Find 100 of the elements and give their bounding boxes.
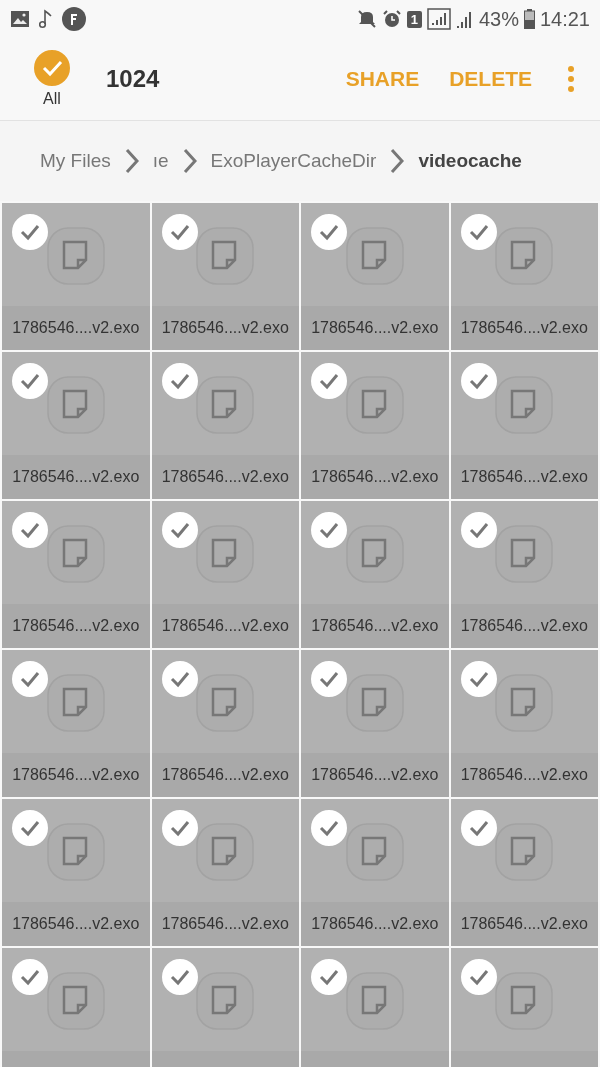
file-name: 1786546....v2.exo [460, 915, 588, 933]
sim-indicator: 1 [406, 10, 422, 28]
checkbox-icon[interactable] [12, 810, 48, 846]
file-tile[interactable]: 1786546....v2.exo [151, 650, 299, 797]
file-name: 1786546....v2.exo [161, 319, 289, 337]
file-icon [45, 673, 106, 733]
battery-percent: 43% [478, 7, 519, 31]
breadcrumb-item[interactable]: ıe [152, 150, 169, 172]
file-icon [195, 673, 256, 733]
chevron-icon [390, 148, 405, 174]
file-tile[interactable]: 1786546....v2.exo [2, 799, 150, 946]
file-icon [195, 822, 256, 882]
file-name: 1786546....v2.exo [311, 766, 439, 784]
breadcrumb-item[interactable]: ExoPlayerCacheDir [210, 150, 377, 172]
file-tile[interactable]: 1786546....v2.exo [2, 352, 150, 499]
signal-icon [426, 8, 451, 30]
checkbox-icon[interactable] [460, 661, 497, 697]
checkbox-icon[interactable] [161, 661, 198, 697]
file-name: 1786546....v2.exo [161, 468, 289, 486]
file-icon [195, 971, 256, 1031]
file-tile[interactable]: 1786546....v2.exo [151, 352, 299, 499]
file-icon [494, 226, 555, 286]
file-tile[interactable]: 1786546....v2.exo [450, 203, 598, 350]
file-icon [494, 971, 555, 1031]
file-icon [494, 673, 555, 733]
checkbox-icon[interactable] [460, 959, 497, 995]
signal-icon [455, 9, 474, 29]
file-icon [45, 524, 106, 584]
checkbox-icon[interactable] [12, 959, 48, 995]
file-name: 1786546....v2.exo [460, 766, 588, 784]
file-tile[interactable]: 1786546....v2.exo [2, 501, 150, 648]
file-icon [195, 524, 256, 584]
file-name: 1786546....v2.exo [460, 617, 588, 635]
checkbox-icon[interactable] [161, 363, 198, 399]
checkbox-icon[interactable] [12, 512, 48, 548]
checkbox-icon[interactable] [12, 214, 48, 250]
file-tile[interactable]: 1786546....v2.exo [450, 501, 598, 648]
file-icon [494, 524, 555, 584]
breadcrumb-item[interactable]: videocache [418, 150, 522, 172]
clock: 14:21 [539, 7, 590, 31]
file-tile[interactable]: 1786546....v2.exo [151, 203, 299, 350]
file-tile[interactable]: 1786546....v2.exo [301, 799, 449, 946]
file-icon [344, 375, 405, 435]
checkbox-icon[interactable] [12, 661, 48, 697]
file-tile[interactable]: 1786546....v2.exo [151, 799, 299, 946]
file-tile[interactable]: 1786546....v2.exo [2, 650, 150, 797]
checkbox-icon[interactable] [311, 810, 347, 846]
checkbox-icon[interactable] [161, 810, 198, 846]
file-tile[interactable]: 1786546....v2.exo [301, 203, 449, 350]
file-tile[interactable]: 1786546....v2.exo [450, 799, 598, 946]
image-icon [10, 10, 30, 28]
file-tile[interactable]: 1786546....v2.exo [301, 501, 449, 648]
checkbox-icon[interactable] [12, 363, 48, 399]
checkbox-icon[interactable] [311, 959, 347, 995]
file-icon [195, 375, 256, 435]
file-tile[interactable]: 1786546....v2.exo [2, 203, 150, 350]
file-name: 1786546....v2.exo [311, 468, 439, 486]
breadcrumb-item[interactable]: My Files [40, 150, 111, 172]
file-icon [494, 822, 555, 882]
file-tile[interactable]: 1786546....v2.exo [450, 352, 598, 499]
file-tile[interactable] [2, 948, 150, 1067]
file-name: 1786546....v2.exo [161, 766, 289, 784]
file-icon [45, 375, 106, 435]
file-icon [344, 226, 405, 286]
file-icon [344, 524, 405, 584]
checkbox-icon[interactable] [460, 810, 497, 846]
file-tile[interactable]: 1786546....v2.exo [301, 352, 449, 499]
alarm-icon [381, 9, 402, 29]
file-name: 1786546....v2.exo [460, 468, 588, 486]
checkbox-icon[interactable] [460, 214, 497, 250]
file-name: 1786546....v2.exo [311, 915, 439, 933]
file-tile[interactable] [151, 948, 299, 1067]
app-badge-icon [62, 7, 86, 31]
checkbox-icon[interactable] [460, 363, 497, 399]
checkbox-icon[interactable] [311, 363, 347, 399]
file-tile[interactable]: 1786546....v2.exo [301, 650, 449, 797]
file-tile[interactable] [450, 948, 598, 1067]
file-icon [344, 971, 405, 1031]
checkbox-icon[interactable] [311, 214, 347, 250]
file-icon [45, 822, 106, 882]
file-name: 1786546....v2.exo [12, 468, 140, 486]
checkbox-icon[interactable] [311, 512, 347, 548]
file-name: 1786546....v2.exo [311, 617, 439, 635]
checkbox-icon[interactable] [311, 661, 347, 697]
checkbox-icon[interactable] [161, 512, 198, 548]
mute-icon [356, 9, 377, 29]
checkbox-icon[interactable] [161, 214, 198, 250]
file-name: 1786546....v2.exo [12, 915, 140, 933]
file-tile[interactable] [301, 948, 449, 1067]
file-tile[interactable]: 1786546....v2.exo [151, 501, 299, 648]
file-icon [344, 822, 405, 882]
checkbox-icon[interactable] [161, 959, 198, 995]
file-name: 1786546....v2.exo [12, 766, 140, 784]
selected-count: 1024 [106, 65, 160, 93]
file-tile[interactable]: 1786546....v2.exo [450, 650, 598, 797]
file-name: 1786546....v2.exo [161, 617, 289, 635]
music-note-icon [39, 9, 53, 29]
checkbox-icon[interactable] [460, 512, 497, 548]
file-icon [45, 971, 106, 1031]
file-name: 1786546....v2.exo [460, 319, 588, 337]
